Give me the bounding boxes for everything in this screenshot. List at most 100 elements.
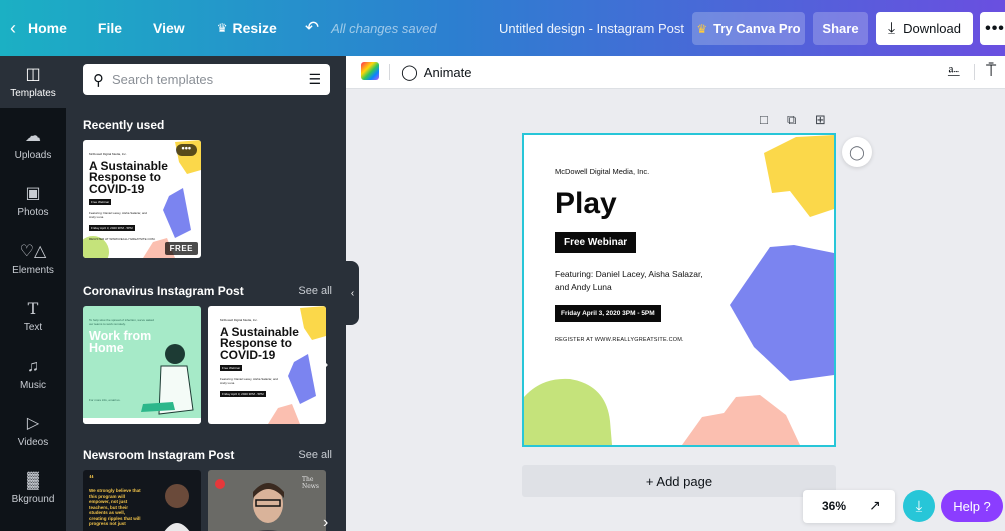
template-thumb-news[interactable]: The News	[208, 470, 326, 531]
thumb-date-block: Friday April 3, 2020 3PM - 5PM	[220, 391, 266, 397]
download-icon: ⤓	[888, 19, 896, 37]
rail-label: Elements	[12, 264, 54, 276]
home-label: Home	[28, 20, 67, 36]
try-pro-label: Try Canva Pro	[713, 21, 801, 36]
design-featuring[interactable]: Featuring: Daniel Lacey, Aisha Salazar, …	[555, 268, 705, 294]
rail-item-videos[interactable]: ▷ Videos	[0, 405, 66, 457]
add-page-button[interactable]: + Add page	[522, 465, 836, 497]
cloud-upload-icon: ☁	[25, 127, 41, 145]
try-canva-pro-button[interactable]: ♛ Try Canva Pro	[692, 12, 805, 45]
duplicate-page-icon[interactable]: ⧉	[787, 112, 796, 128]
chevron-right-icon[interactable]: ›	[323, 514, 328, 531]
rail-label: Photos	[17, 206, 49, 218]
thumb-logo: The News	[302, 476, 320, 490]
rail-item-uploads[interactable]: ☁ Uploads	[0, 118, 66, 170]
thumb-webinar-block: Free Webinar	[220, 365, 243, 371]
template-thumb-quote[interactable]: “ We strongly believe that this program …	[83, 470, 201, 531]
download-icon: ⤓	[915, 497, 923, 515]
file-menu[interactable]: File	[98, 0, 122, 56]
rail-label: Uploads	[14, 149, 52, 161]
animate-label: Animate	[423, 64, 472, 80]
section-title-newsroom: Newsroom Instagram Post	[83, 448, 235, 462]
see-all-coronavirus[interactable]: See all	[298, 285, 332, 297]
template-thumb-recent[interactable]: McDowell Digital Media, Inc. A Sustainab…	[83, 140, 201, 258]
search-icon: ⚲	[93, 71, 104, 89]
animate-button[interactable]: ◯ Animate	[401, 63, 472, 81]
zoom-control: 36% ↗	[803, 490, 895, 523]
filter-icon[interactable]: ☰	[308, 71, 321, 88]
rail-label: Music	[19, 379, 47, 391]
collapse-panel-button[interactable]: ‹	[346, 261, 359, 325]
rail-item-templates[interactable]: ◫ Templates	[0, 56, 66, 108]
document-title[interactable]: Untitled design - Instagram Post	[499, 0, 684, 56]
search-bar: ⚲ ☰	[83, 64, 330, 95]
design-company[interactable]: McDowell Digital Media, Inc.	[555, 167, 649, 176]
rail-label: Bkground	[11, 493, 55, 505]
thumb-info: For more info, email us.	[89, 398, 121, 402]
rail-item-elements[interactable]: ♡△ Elements	[0, 233, 66, 285]
design-page[interactable]: McDowell Digital Media, Inc. Play Free W…	[522, 133, 836, 447]
comment-icon: ◯	[849, 143, 865, 160]
thumb-register: REGISTER AT WWW.REALLYGREATSITE.COM.	[89, 237, 156, 241]
music-icon: ♫	[27, 357, 39, 375]
divider	[389, 64, 390, 80]
download-button[interactable]: ⤓ Download	[876, 12, 973, 45]
thumb-illustration	[83, 344, 201, 424]
undo-button[interactable]: ↶	[305, 0, 319, 56]
add-comment-button[interactable]: ◯	[842, 137, 872, 167]
thumb-title: A Sustainable Response to COVID-19	[220, 325, 299, 362]
chevron-left-icon: ‹	[10, 17, 16, 38]
see-all-newsroom[interactable]: See all	[298, 449, 332, 461]
resize-button[interactable]: ♛ Resize	[217, 0, 277, 56]
add-page-icon[interactable]: ⊞	[815, 112, 826, 128]
thumb-company: McDowell Digital Media, Inc.	[89, 152, 127, 156]
rail-label: Templates	[10, 87, 56, 99]
home-button[interactable]: ‹ Home	[10, 0, 67, 56]
editor-toolbar: ◯ Animate ⎁ ⍑	[346, 56, 1005, 89]
rail-item-photos[interactable]: ▣ Photos	[0, 175, 66, 227]
add-note-icon[interactable]: □	[760, 112, 768, 127]
download-label: Download	[903, 21, 961, 36]
template-thumb-work-from-home[interactable]: To help slow the spread of infection, we…	[83, 306, 201, 424]
thumb-featuring: Featuring: Daniel Lacey, Aisha Salazar, …	[89, 211, 147, 219]
search-input[interactable]	[112, 72, 292, 87]
more-options-badge[interactable]: •••	[175, 144, 197, 156]
zoom-level[interactable]: 36%	[822, 499, 846, 513]
section-title-coronavirus: Coronavirus Instagram Post	[83, 284, 244, 298]
rail-item-music[interactable]: ♫ Music	[0, 348, 66, 400]
design-date-block[interactable]: Friday April 3, 2020 3PM - 5PM	[555, 305, 661, 322]
rail-item-text[interactable]: T Text	[0, 290, 66, 342]
save-status: All changes saved	[331, 20, 437, 36]
animate-icon: ◯	[401, 64, 418, 81]
rail-item-background[interactable]: ▓ Bkground	[0, 462, 66, 514]
thumb-webinar-block: Free Webinar	[89, 199, 112, 205]
background-color-picker[interactable]	[361, 62, 379, 80]
undo-icon: ↶	[304, 18, 320, 37]
design-title[interactable]: Play	[555, 187, 617, 221]
thumb-title: A Sustainable Response to COVID-19	[89, 159, 168, 196]
resize-label: Resize	[232, 20, 277, 36]
crown-icon: ♛	[216, 21, 228, 35]
position-icon[interactable]: ⍑	[986, 61, 996, 81]
video-icon: ▷	[26, 414, 40, 432]
top-bar: ‹ Home File View ♛ Resize ↶ All changes …	[0, 0, 1005, 56]
template-thumb-sustainable[interactable]: McDowell Digital Media, Inc. A Sustainab…	[208, 306, 326, 424]
rail-label: Videos	[17, 436, 49, 448]
chevron-right-icon[interactable]: ›	[323, 356, 328, 374]
view-menu[interactable]: View	[153, 0, 185, 56]
more-options-button[interactable]: •••	[980, 12, 1005, 45]
design-register[interactable]: REGISTER AT WWW.REALLYGREATSITE.COM.	[555, 337, 684, 343]
thumb-date-block: Friday April 3, 2020 3PM - 5PM	[89, 225, 135, 231]
design-webinar-block[interactable]: Free Webinar	[555, 232, 637, 253]
templates-panel: ⚲ ☰ Recently used McDowell Digital Media…	[66, 56, 346, 531]
background-icon: ▓	[27, 471, 39, 489]
left-rail: ◫ Templates ☁ Uploads ▣ Photos ♡△ Elemen…	[0, 56, 66, 531]
layout-icon: ◫	[25, 65, 41, 83]
help-button[interactable]: Help ?	[941, 490, 1003, 522]
share-button[interactable]: Share	[813, 12, 868, 45]
paint-roller-icon[interactable]: ⎁	[947, 61, 961, 81]
fullscreen-icon[interactable]: ↗	[869, 497, 881, 514]
free-badge: FREE	[164, 242, 198, 255]
download-circle-button[interactable]: ⤓	[903, 490, 935, 522]
thumb-portrait	[164, 484, 190, 531]
